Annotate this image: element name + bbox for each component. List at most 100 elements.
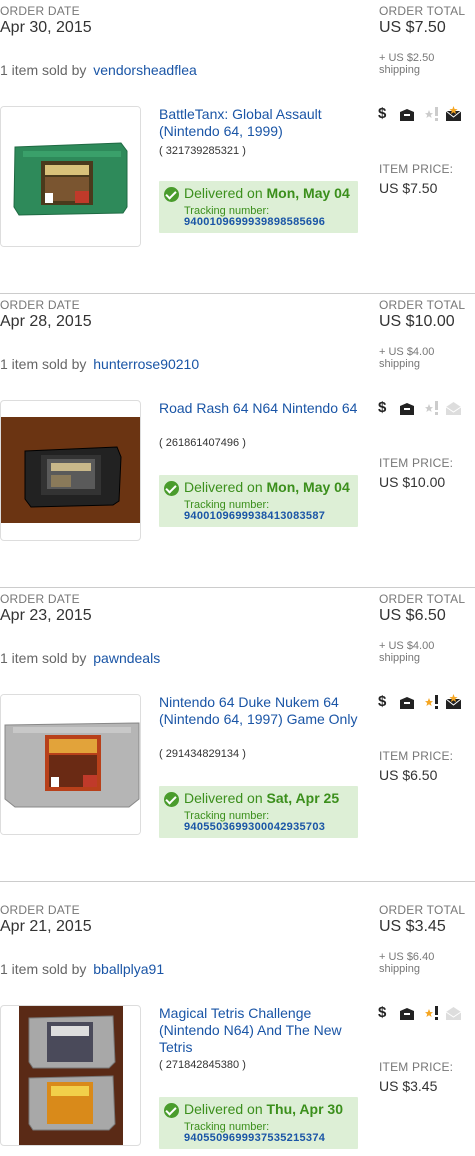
item-title-link[interactable]: Magical Tetris Challenge (Nintendo N64) … xyxy=(159,1005,364,1056)
seller-link[interactable]: bballplya91 xyxy=(93,961,164,977)
cartridge-image xyxy=(19,1006,123,1145)
order-card: ORDER DATE Apr 30, 2015 ORDER TOTAL US $… xyxy=(0,0,475,294)
paid-dollar-icon[interactable]: $ xyxy=(378,1005,386,1021)
shipping-cost: + US $6.40 shipping xyxy=(379,951,435,975)
shipped-box-icon[interactable] xyxy=(399,403,415,421)
item-number: ( 261861407496 ) xyxy=(159,437,246,449)
order-card: ORDER DATE Apr 21, 2015 ORDER TOTAL US $… xyxy=(0,899,475,1156)
tracking-number-link[interactable]: 9400109699938413083587 xyxy=(184,510,325,522)
sold-by: 1 item sold by pawndeals xyxy=(0,650,160,666)
item-thumbnail[interactable] xyxy=(0,106,141,247)
sold-by: 1 item sold by hunterrose90210 xyxy=(0,356,199,372)
item-number: ( 321739285321 ) xyxy=(159,145,246,157)
item-price-label: ITEM PRICE: xyxy=(379,456,454,470)
envelope-grey-icon[interactable] xyxy=(445,1005,462,1026)
checkmark-icon xyxy=(164,187,179,202)
shipped-box-icon[interactable] xyxy=(399,109,415,127)
shipping-cost: + US $4.00 shipping xyxy=(379,346,435,370)
shipping-cost: + US $4.00 shipping xyxy=(379,640,435,664)
order-date: Apr 21, 2015 xyxy=(0,918,92,935)
checkmark-icon xyxy=(164,792,179,807)
delivered-date: Mon, May 04 xyxy=(266,479,350,495)
sold-by-label: 1 item sold by xyxy=(0,961,87,977)
sold-by-label: 1 item sold by xyxy=(0,62,87,78)
paid-dollar-icon[interactable]: $ xyxy=(378,400,386,416)
envelope-star-icon[interactable] xyxy=(445,694,462,715)
delivery-status: Delivered on Sat, Apr 25 Tracking number… xyxy=(159,786,358,838)
item-number: ( 291434829134 ) xyxy=(159,748,246,760)
order-date: Apr 28, 2015 xyxy=(0,313,92,330)
shipped-box-icon[interactable] xyxy=(399,1008,415,1026)
order-total: US $3.45 xyxy=(379,918,446,935)
sold-by-label: 1 item sold by xyxy=(0,356,87,372)
item-thumbnail[interactable] xyxy=(0,400,141,541)
order-status-icons: $ xyxy=(378,400,468,418)
star-feedback-grey-icon[interactable] xyxy=(424,400,440,421)
sold-by: 1 item sold by vendorsheadflea xyxy=(0,62,197,78)
delivered-text: Delivered on Mon, May 04 xyxy=(184,185,350,201)
paid-dollar-icon[interactable]: $ xyxy=(378,106,386,122)
order-total: US $7.50 xyxy=(379,19,446,36)
seller-link[interactable]: hunterrose90210 xyxy=(93,356,199,372)
tracking-number-link[interactable]: 9400109699939898585696 xyxy=(184,216,325,228)
order-total: US $6.50 xyxy=(379,607,446,624)
delivered-text: Delivered on Thu, Apr 30 xyxy=(184,1101,343,1117)
order-status-icons: $ xyxy=(378,694,468,712)
item-price: US $6.50 xyxy=(379,767,438,783)
item-title-link[interactable]: Road Rash 64 N64 Nintendo 64 xyxy=(159,400,364,417)
item-price: US $7.50 xyxy=(379,180,438,196)
sold-by: 1 item sold by bballplya91 xyxy=(0,961,164,977)
paid-dollar-icon[interactable]: $ xyxy=(378,694,386,710)
shipped-box-icon[interactable] xyxy=(399,697,415,715)
order-date-label: ORDER DATE xyxy=(0,592,80,606)
order-card: ORDER DATE Apr 23, 2015 ORDER TOTAL US $… xyxy=(0,588,475,882)
item-price-label: ITEM PRICE: xyxy=(379,162,454,176)
sold-by-label: 1 item sold by xyxy=(0,650,87,666)
delivered-text: Delivered on Sat, Apr 25 xyxy=(184,790,340,806)
item-thumbnail[interactable] xyxy=(0,1005,141,1146)
order-card: ORDER DATE Apr 28, 2015 ORDER TOTAL US $… xyxy=(0,294,475,588)
order-date: Apr 30, 2015 xyxy=(0,19,92,36)
checkmark-icon xyxy=(164,1103,179,1118)
delivered-date: Sat, Apr 25 xyxy=(266,790,340,806)
tracking-number-link[interactable]: 9405503699300042935703 xyxy=(184,821,325,833)
item-price: US $3.45 xyxy=(379,1078,438,1094)
delivered-text: Delivered on Mon, May 04 xyxy=(184,479,350,495)
item-price: US $10.00 xyxy=(379,474,446,490)
delivered-date: Mon, May 04 xyxy=(266,185,350,201)
item-title-link[interactable]: BattleTanx: Global Assault (Nintendo 64,… xyxy=(159,106,364,140)
order-date: Apr 23, 2015 xyxy=(0,607,92,624)
order-status-icons: $ xyxy=(378,1005,468,1023)
cartridge-image xyxy=(1,695,140,834)
envelope-star-icon[interactable] xyxy=(445,106,462,127)
envelope-grey-icon[interactable] xyxy=(445,400,462,421)
item-number: ( 271842845380 ) xyxy=(159,1059,246,1071)
order-total-label: ORDER TOTAL xyxy=(379,298,466,312)
star-feedback-gold-icon[interactable] xyxy=(424,1005,440,1026)
cartridge-image xyxy=(1,417,140,523)
item-thumbnail[interactable] xyxy=(0,694,141,835)
item-price-label: ITEM PRICE: xyxy=(379,749,454,763)
order-date-label: ORDER DATE xyxy=(0,298,80,312)
delivery-status: Delivered on Thu, Apr 30 Tracking number… xyxy=(159,1097,358,1149)
delivered-date: Thu, Apr 30 xyxy=(266,1101,344,1117)
order-total-label: ORDER TOTAL xyxy=(379,903,466,917)
star-feedback-gold-icon[interactable] xyxy=(424,694,440,715)
delivery-status: Delivered on Mon, May 04 Tracking number… xyxy=(159,181,358,233)
order-date-label: ORDER DATE xyxy=(0,903,80,917)
cartridge-image xyxy=(1,107,140,246)
order-total: US $10.00 xyxy=(379,313,455,330)
order-date-label: ORDER DATE xyxy=(0,4,80,18)
item-title-link[interactable]: Nintendo 64 Duke Nukem 64 (Nintendo 64, … xyxy=(159,694,364,728)
shipping-cost: + US $2.50 shipping xyxy=(379,52,435,76)
item-price-label: ITEM PRICE: xyxy=(379,1060,454,1074)
star-feedback-grey-icon[interactable] xyxy=(424,106,440,127)
tracking-number-link[interactable]: 9405509699937535215374 xyxy=(184,1132,325,1144)
order-total-label: ORDER TOTAL xyxy=(379,4,466,18)
delivery-status: Delivered on Mon, May 04 Tracking number… xyxy=(159,475,358,527)
order-total-label: ORDER TOTAL xyxy=(379,592,466,606)
checkmark-icon xyxy=(164,481,179,496)
order-status-icons: $ xyxy=(378,106,468,124)
seller-link[interactable]: pawndeals xyxy=(93,650,160,666)
seller-link[interactable]: vendorsheadflea xyxy=(93,62,197,78)
